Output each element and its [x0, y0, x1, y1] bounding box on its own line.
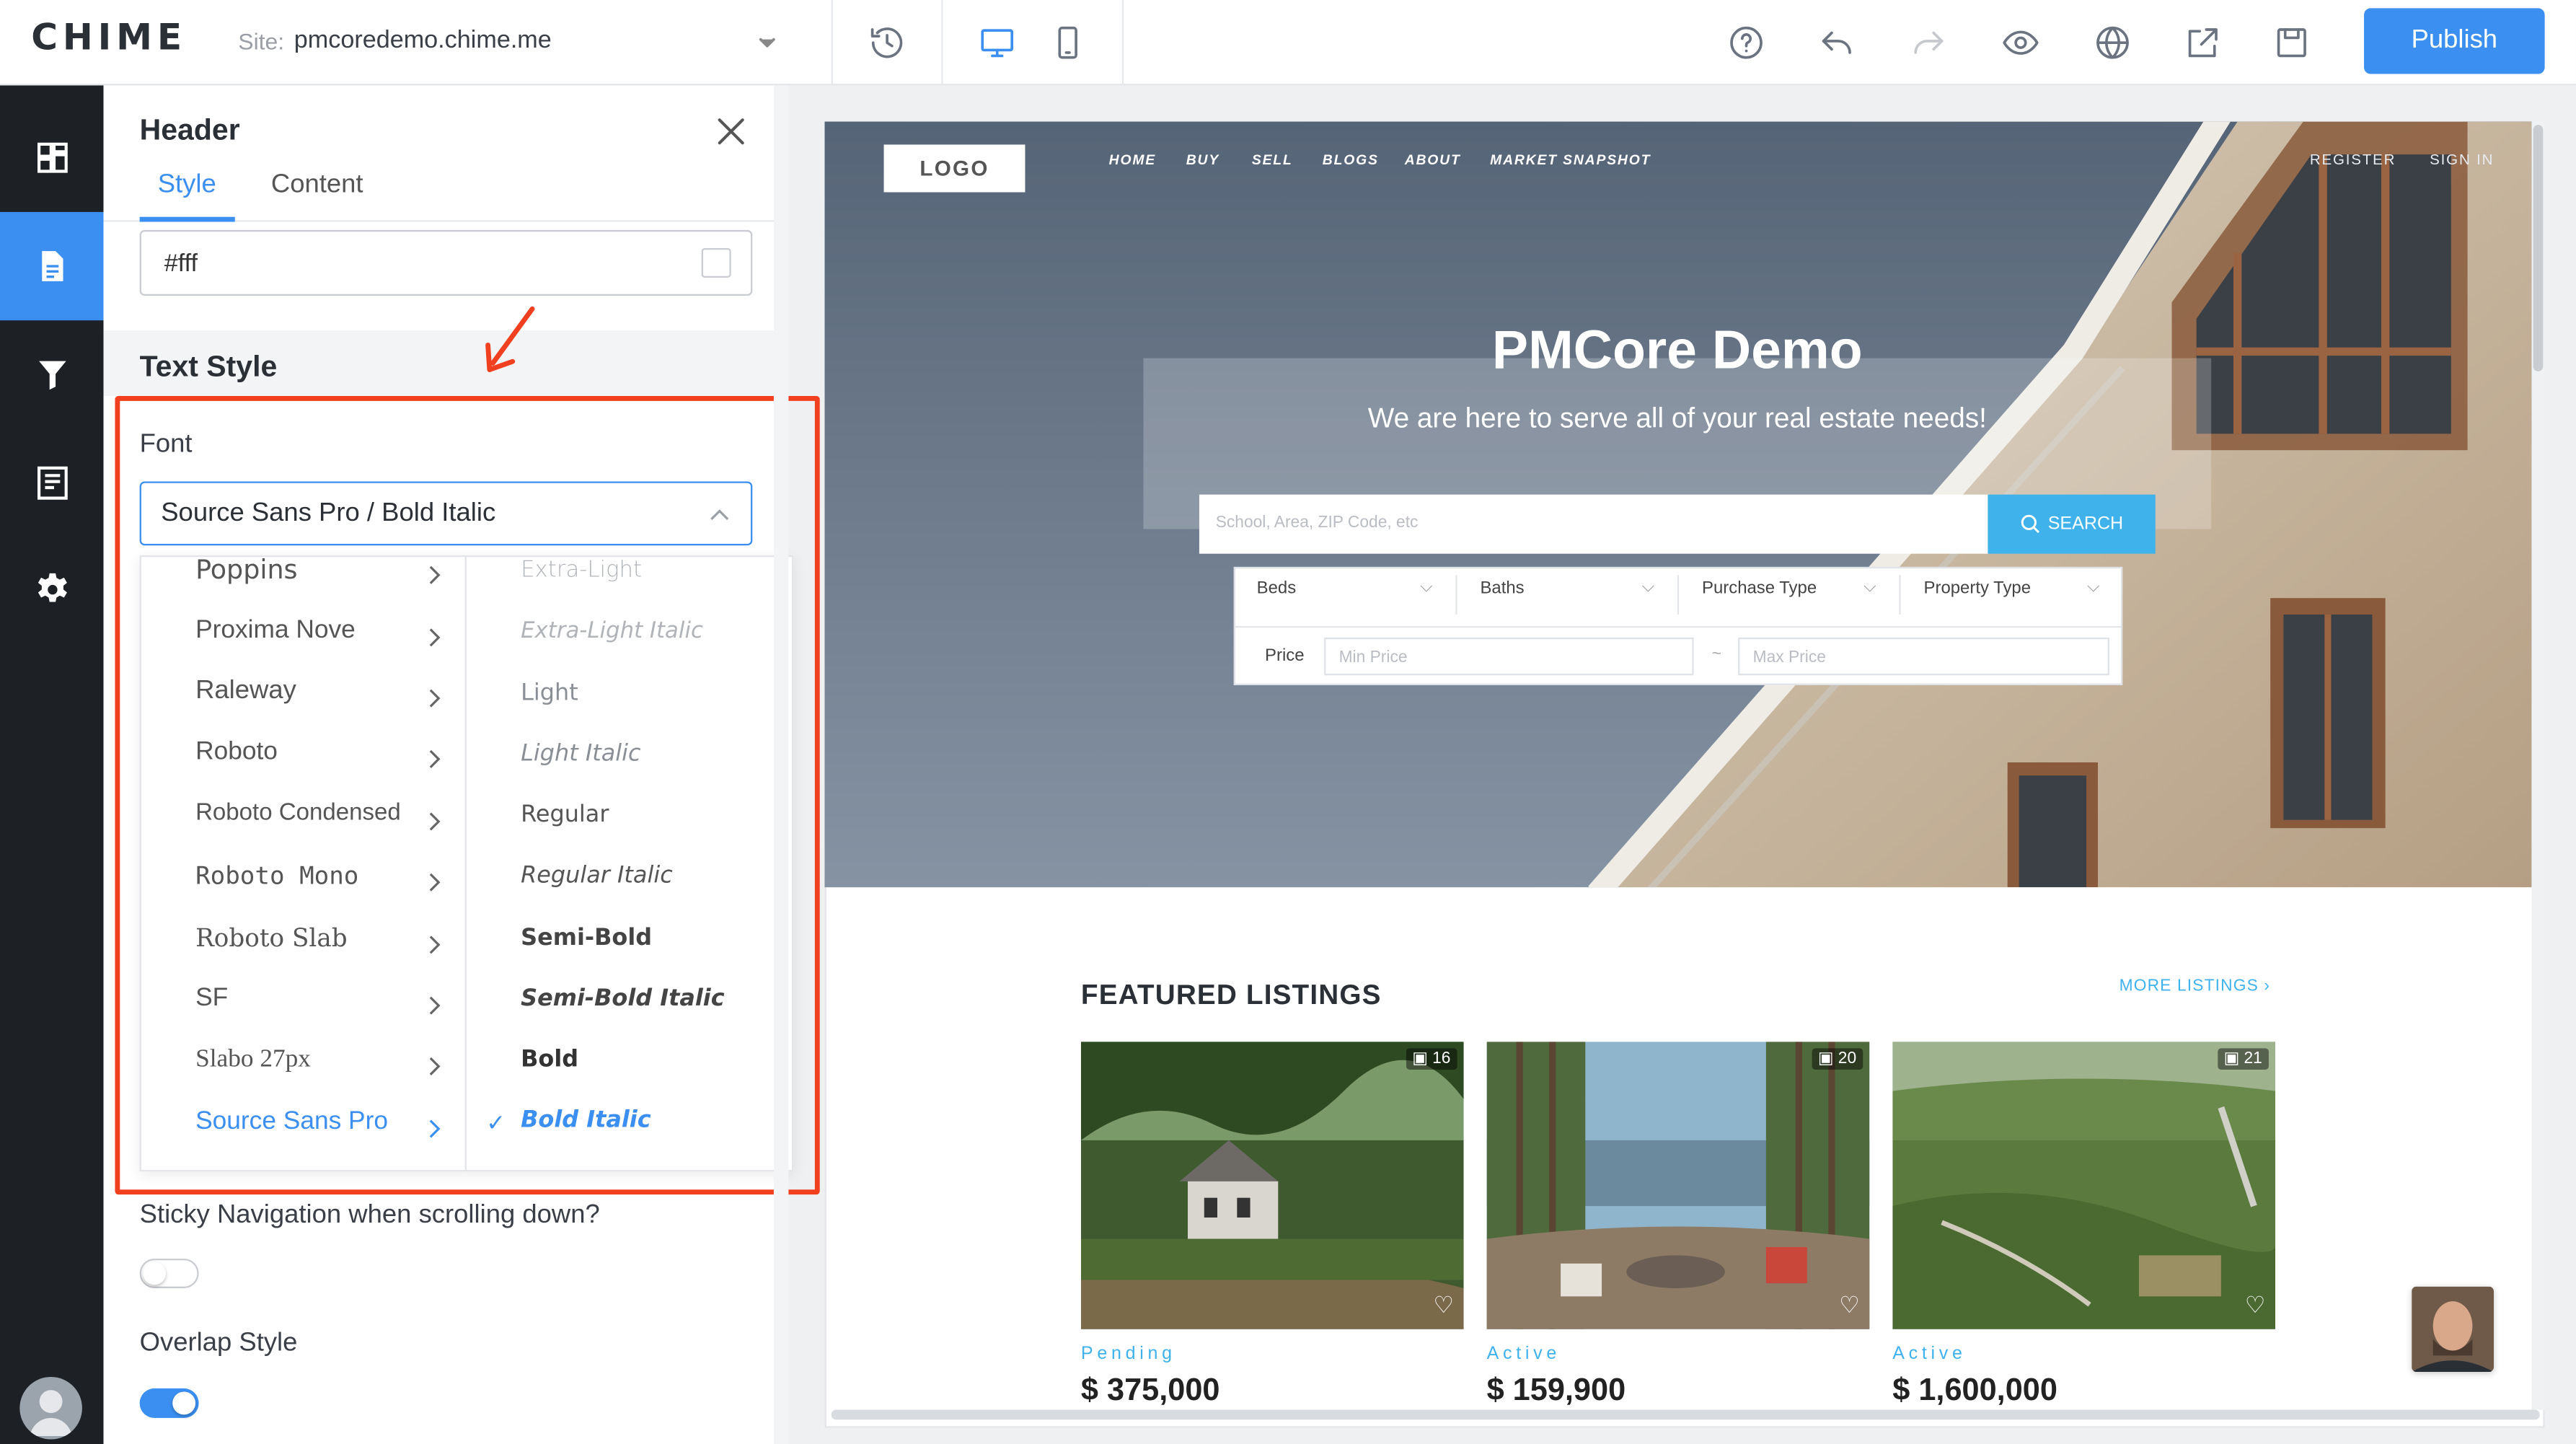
- nav-buy[interactable]: BUY: [1186, 151, 1219, 168]
- listing-status: Active: [1892, 1344, 1967, 1364]
- scrollbar-thumb[interactable]: [2533, 125, 2544, 371]
- price-label: Price: [1265, 646, 1305, 666]
- listing-photo: [1486, 1042, 1870, 1329]
- preview-eye-icon[interactable]: [1991, 13, 2050, 72]
- hero-subtitle: We are here to serve all of your real es…: [1367, 402, 1987, 434]
- nav-sell[interactable]: SELL: [1252, 151, 1293, 168]
- site-selector[interactable]: pmcoredemo.chime.me: [294, 26, 552, 54]
- preview-horizontal-scrollbar[interactable]: [831, 1409, 2540, 1420]
- nav-home[interactable]: HOME: [1109, 151, 1156, 168]
- close-icon[interactable]: [711, 112, 751, 151]
- favorite-heart-icon[interactable]: ♡: [1839, 1292, 1860, 1320]
- listing-photo: [1892, 1042, 2276, 1329]
- blog-edit-icon[interactable]: [0, 429, 104, 537]
- listing-card[interactable]: ▣ 20 ♡: [1486, 1042, 1870, 1329]
- chevron-right-icon: ›: [2264, 977, 2271, 996]
- filter-divider: [1455, 575, 1457, 615]
- active-tab-indicator: [139, 216, 235, 222]
- listing-status: Pending: [1080, 1344, 1176, 1364]
- listing-status: Active: [1486, 1344, 1561, 1364]
- desktop-view-icon[interactable]: [968, 13, 1027, 72]
- overlap-style-toggle[interactable]: [139, 1388, 199, 1418]
- globe-icon[interactable]: [2083, 13, 2143, 72]
- redo-icon[interactable]: [1899, 13, 1958, 72]
- more-listings-link[interactable]: MORE LISTINGS ›: [2120, 977, 2271, 995]
- history-icon[interactable]: [857, 13, 917, 72]
- baths-select[interactable]: Baths ⌵: [1480, 578, 1654, 615]
- filter-divider: [1899, 575, 1901, 615]
- toolbar-divider: [831, 0, 833, 86]
- price-range-separator: ~: [1711, 646, 1721, 664]
- chime-logo: CHIME: [31, 18, 187, 60]
- publish-button[interactable]: Publish: [2364, 8, 2545, 74]
- annotation-arrow-icon: [485, 306, 535, 372]
- chevron-down-icon: ⌵: [1420, 578, 1433, 596]
- chevron-down-icon: ⌵: [2086, 578, 2100, 596]
- toolbar-divider: [1121, 0, 1124, 86]
- hero-title: PMCore Demo: [1491, 318, 1863, 380]
- listing-price: $ 375,000: [1080, 1373, 1220, 1409]
- filter-divider: [1677, 575, 1680, 615]
- site-label: Site:: [238, 27, 285, 55]
- toggle-knob: [172, 1391, 196, 1415]
- nav-market-snapshot[interactable]: MARKET SNAPSHOT: [1490, 151, 1651, 168]
- search-icon: [2020, 514, 2039, 534]
- settings-gear-icon[interactable]: [0, 536, 104, 644]
- toolbar-divider: [941, 0, 943, 86]
- listing-price: $ 1,600,000: [1892, 1373, 2057, 1409]
- photo-count-badge: ▣ 20: [1811, 1048, 1863, 1070]
- listing-photo: [1080, 1042, 1464, 1329]
- search-button[interactable]: SEARCH: [1988, 494, 2156, 554]
- nav-blogs[interactable]: BLOGS: [1323, 151, 1379, 168]
- text-style-heading: Text Style: [139, 350, 278, 383]
- site-dropdown-caret-icon[interactable]: [738, 13, 797, 72]
- beds-select[interactable]: Beds ⌵: [1257, 578, 1433, 615]
- tab-content[interactable]: Content: [271, 171, 363, 201]
- nav-about[interactable]: ABOUT: [1405, 151, 1461, 168]
- nav-sign-in[interactable]: SIGN IN: [2430, 151, 2494, 168]
- listing-card[interactable]: ▣ 16 ♡: [1080, 1042, 1464, 1329]
- save-icon[interactable]: [2262, 13, 2321, 72]
- property-type-select[interactable]: Property Type ⌵: [1924, 578, 2100, 615]
- sticky-nav-label: Sticky Navigation when scrolling down?: [139, 1201, 600, 1229]
- undo-icon[interactable]: [1807, 13, 1866, 72]
- chevron-down-icon: ⌵: [1641, 578, 1654, 596]
- property-search-input[interactable]: School, Area, ZIP Code, etc: [1199, 494, 1990, 554]
- nav-register[interactable]: REGISTER: [2310, 151, 2396, 168]
- chevron-down-icon: ⌵: [1863, 578, 1876, 596]
- help-icon[interactable]: [1717, 13, 1776, 72]
- purchase-type-select[interactable]: Purchase Type ⌵: [1702, 578, 1876, 615]
- favorite-heart-icon[interactable]: ♡: [1433, 1292, 1454, 1320]
- photo-count-badge: ▣ 16: [1406, 1048, 1457, 1070]
- featured-listings-heading: FEATURED LISTINGS: [1080, 979, 1382, 1011]
- pages-icon[interactable]: [0, 211, 104, 321]
- listing-card[interactable]: ▣ 21 ♡: [1892, 1042, 2276, 1329]
- listing-price: $ 159,900: [1486, 1373, 1626, 1409]
- filter-icon[interactable]: [0, 320, 104, 428]
- mobile-view-icon[interactable]: [1038, 13, 1098, 72]
- filter-row-divider: [1235, 625, 2121, 628]
- panel-title: Header: [139, 113, 240, 146]
- toggle-knob: [143, 1262, 167, 1285]
- overlap-style-label: Overlap Style: [139, 1329, 298, 1357]
- max-price-input[interactable]: Max Price: [1738, 637, 2109, 676]
- agent-chat-avatar[interactable]: [2412, 1286, 2495, 1373]
- color-input[interactable]: #fff: [139, 229, 753, 296]
- user-avatar[interactable]: [19, 1376, 82, 1440]
- color-swatch[interactable]: [701, 247, 731, 278]
- export-icon[interactable]: [2174, 13, 2233, 72]
- dashboard-icon[interactable]: [0, 104, 104, 212]
- site-logo-placeholder[interactable]: LOGO: [883, 144, 1025, 193]
- panel-scrollbar[interactable]: [773, 85, 789, 1444]
- min-price-input[interactable]: Min Price: [1324, 637, 1694, 676]
- tab-style[interactable]: Style: [158, 171, 216, 201]
- favorite-heart-icon[interactable]: ♡: [2245, 1292, 2266, 1320]
- photo-count-badge: ▣ 21: [2217, 1048, 2269, 1070]
- sticky-nav-toggle[interactable]: [139, 1258, 199, 1288]
- annotation-highlight-box: [115, 395, 820, 1195]
